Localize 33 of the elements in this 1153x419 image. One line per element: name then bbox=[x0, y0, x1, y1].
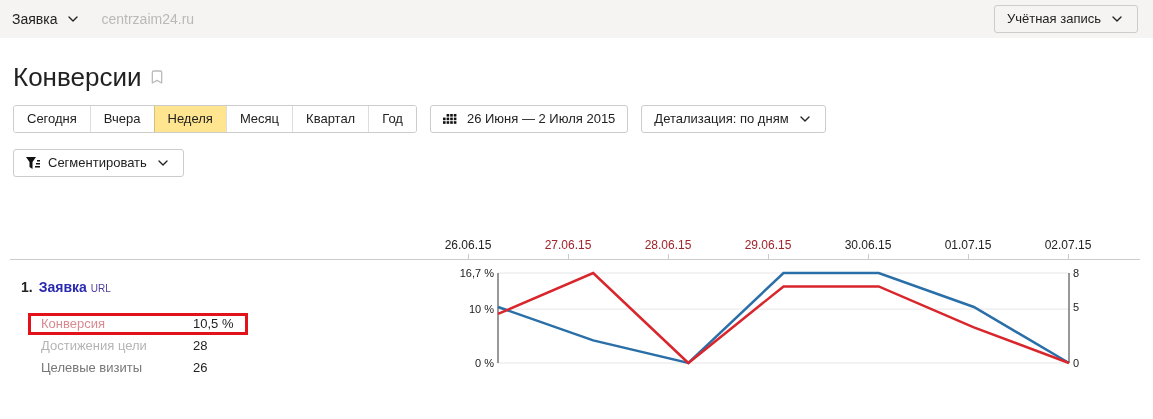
metric-label: Целевые визиты bbox=[41, 359, 143, 378]
date-label: 02.07.15 bbox=[1044, 238, 1092, 252]
date-label: 30.06.15 bbox=[844, 238, 892, 252]
date-label: 29.06.15 bbox=[744, 238, 792, 252]
axis-label: 5 bbox=[1073, 300, 1080, 313]
metric-value: 28 bbox=[193, 337, 208, 356]
date-label: 01.07.15 bbox=[944, 238, 992, 252]
date-label: 28.06.15 bbox=[644, 238, 692, 252]
filter-icon bbox=[26, 157, 40, 169]
goal-tag: URL bbox=[90, 281, 111, 296]
goal-link[interactable]: Заявка bbox=[38, 277, 87, 298]
metric-value: 10,5 % bbox=[193, 315, 234, 334]
axis-label: 10 % bbox=[468, 303, 494, 316]
period-tab[interactable]: Неделя bbox=[153, 106, 226, 132]
axis-label: 0 % bbox=[475, 357, 494, 369]
counter-menu[interactable]: Заявка bbox=[12, 8, 82, 30]
date-label: 26.06.15 bbox=[444, 238, 492, 252]
metric-value: 26 bbox=[193, 359, 208, 378]
axis-label: 16,7 % bbox=[459, 267, 494, 279]
metric-label: Конверсия bbox=[41, 315, 106, 334]
account-button[interactable]: Учётная запись bbox=[993, 5, 1138, 33]
calendar-grid-icon bbox=[442, 114, 457, 124]
date-label: 27.06.15 bbox=[544, 238, 592, 252]
date-range-button[interactable]: 26 Июня — 2 Июля 2015 bbox=[429, 105, 629, 133]
axis-label: 0 bbox=[1073, 357, 1080, 369]
page-title: Конверсии bbox=[13, 61, 142, 93]
detail-button[interactable]: Детализация: по дням bbox=[641, 105, 826, 133]
goal-number: 1. bbox=[21, 278, 33, 297]
period-tab[interactable]: Год bbox=[368, 106, 416, 132]
segment-button[interactable]: Сегментировать bbox=[13, 149, 184, 177]
axis-label: 8 bbox=[1073, 267, 1080, 279]
site-name: centrzaim24.ru bbox=[101, 9, 195, 29]
metric-label: Достижения цели bbox=[41, 337, 148, 356]
